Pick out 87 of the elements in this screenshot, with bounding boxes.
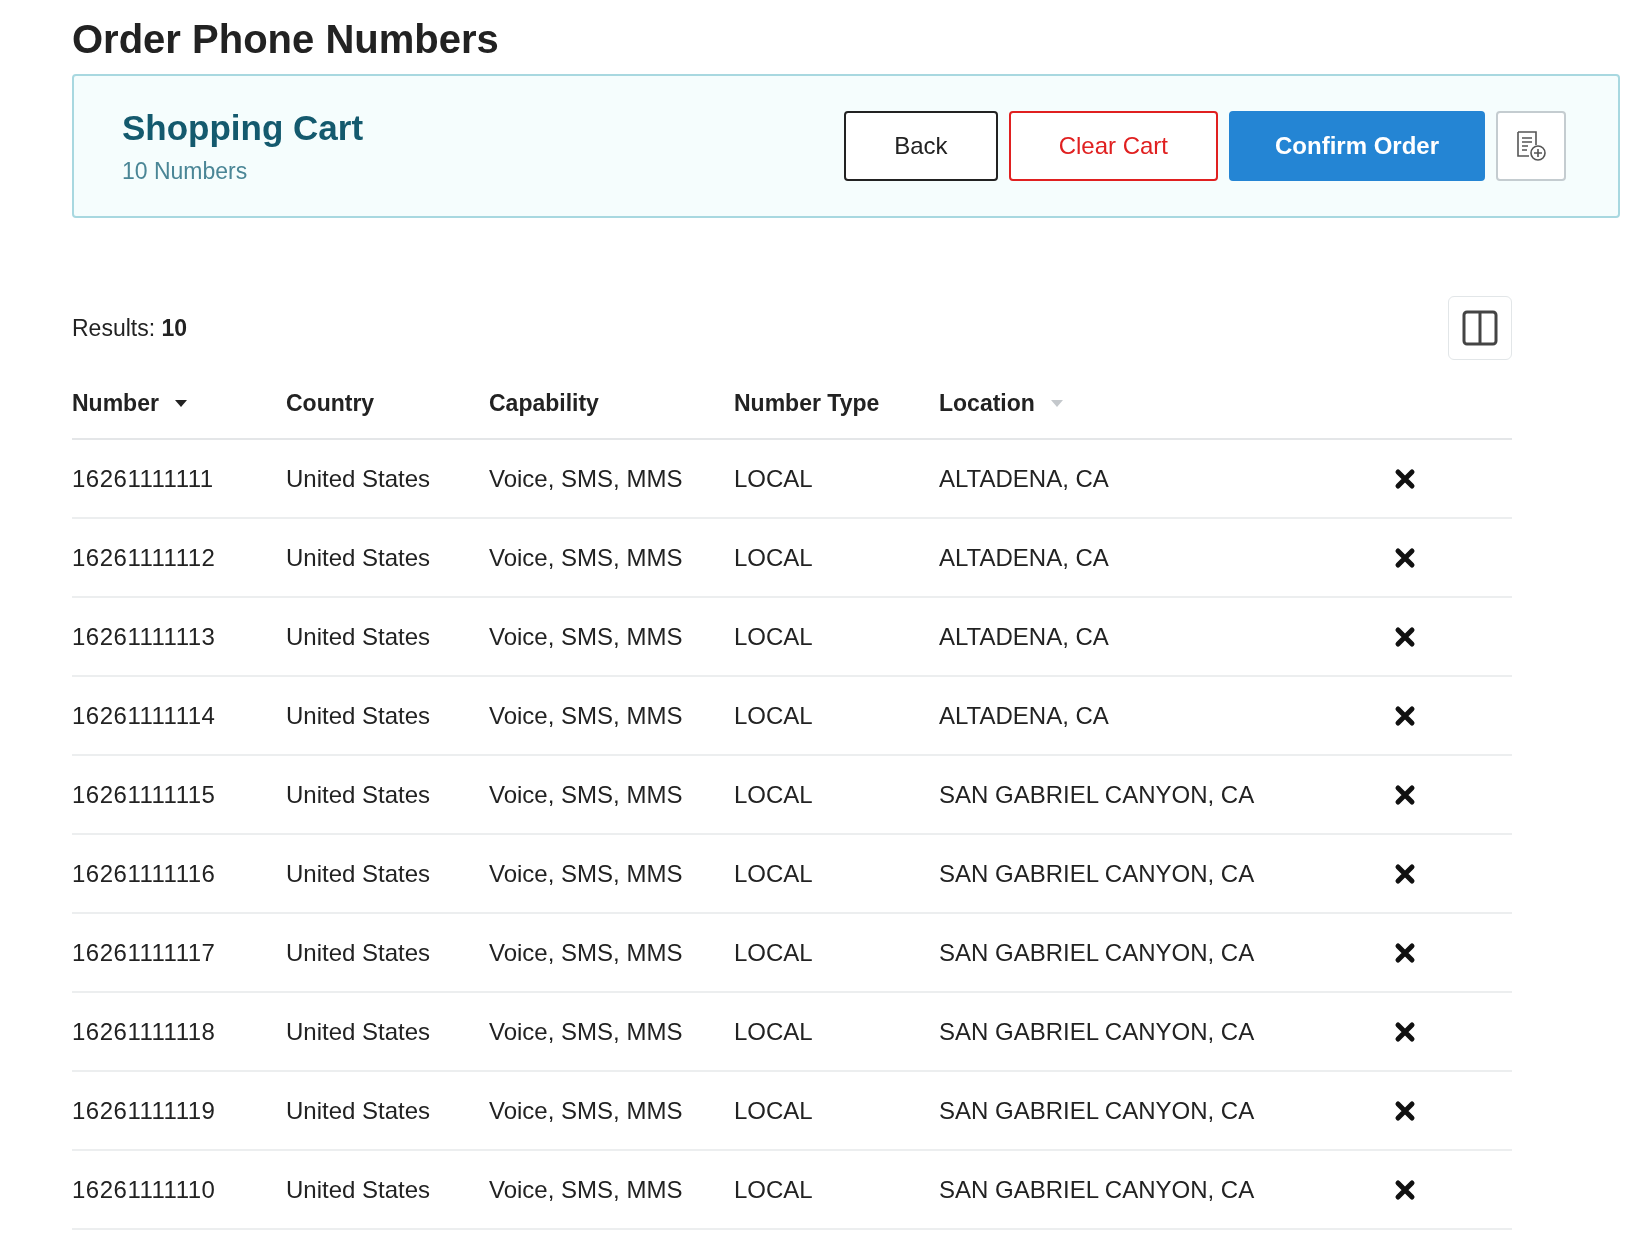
table-cell-text: LOCAL — [734, 464, 814, 493]
close-icon — [1394, 546, 1416, 569]
table-cell-text: United States — [286, 701, 432, 730]
column-header[interactable]: Location — [939, 389, 1035, 417]
table-cell-text: LOCAL — [734, 1096, 814, 1125]
table-cell-text: United States — [286, 543, 432, 572]
add-list-button[interactable] — [1496, 111, 1566, 181]
columns-icon — [1462, 310, 1498, 346]
table-cell-text: LOCAL — [734, 622, 814, 651]
number-cell-text: 16261111119 — [72, 1096, 217, 1125]
column-header[interactable]: Country — [286, 389, 375, 417]
close-icon — [1394, 467, 1416, 490]
table-cell-text: LOCAL — [734, 780, 814, 809]
table-cell-text: ALTADENA, CA — [939, 622, 1110, 651]
column-header[interactable]: Capability — [489, 389, 599, 417]
table-cell-text: Voice, SMS, MMS — [489, 701, 684, 730]
close-icon — [1394, 704, 1416, 727]
cart-count: 10 Numbers — [122, 157, 249, 185]
results-count: Results: 10 — [72, 314, 188, 342]
remove-button[interactable] — [1394, 546, 1416, 569]
number-cell-text: 16261111116 — [72, 859, 217, 888]
number-cell-text: 16261111115 — [72, 780, 217, 809]
remove-button[interactable] — [1394, 1178, 1416, 1201]
table-cell-text: SAN GABRIEL CANYON, CA — [939, 1175, 1256, 1204]
remove-button[interactable] — [1394, 625, 1416, 648]
table-cell-text: Voice, SMS, MMS — [489, 464, 684, 493]
table-cell-text: ALTADENA, CA — [939, 701, 1110, 730]
remove-button[interactable] — [1394, 783, 1416, 806]
table-cell-text: LOCAL — [734, 1017, 814, 1046]
number-cell-text: 16261111113 — [72, 622, 217, 651]
close-icon — [1394, 783, 1416, 806]
table-cell-text: SAN GABRIEL CANYON, CA — [939, 1096, 1256, 1125]
cart-button[interactable]: Confirm Order — [1229, 111, 1485, 181]
table-cell-text: United States — [286, 859, 432, 888]
table-cell-text: United States — [286, 1017, 432, 1046]
table-cell-text: Voice, SMS, MMS — [489, 543, 684, 572]
number-cell-text: 16261111114 — [72, 701, 217, 730]
sort-caret-icon[interactable] — [174, 399, 187, 407]
table-cell-text: Voice, SMS, MMS — [489, 938, 684, 967]
table-cell-text: ALTADENA, CA — [939, 543, 1110, 572]
remove-button[interactable] — [1394, 941, 1416, 964]
table-cell-text: Voice, SMS, MMS — [489, 1017, 684, 1046]
column-header[interactable]: Number — [72, 389, 159, 417]
table-cell-text: SAN GABRIEL CANYON, CA — [939, 780, 1256, 809]
close-icon — [1394, 625, 1416, 648]
remove-button[interactable] — [1394, 1020, 1416, 1043]
table-cell-text: Voice, SMS, MMS — [489, 780, 684, 809]
table-cell-text: SAN GABRIEL CANYON, CA — [939, 1017, 1256, 1046]
close-icon — [1394, 1099, 1416, 1122]
number-cell-text: 16261111112 — [72, 543, 217, 572]
table-cell-text: United States — [286, 622, 432, 651]
table-cell-text: ALTADENA, CA — [939, 464, 1110, 493]
table-cell-text: Voice, SMS, MMS — [489, 859, 684, 888]
number-cell-text: 16261111110 — [72, 1175, 217, 1204]
number-cell-text: 16261111117 — [72, 938, 217, 967]
remove-button[interactable] — [1394, 862, 1416, 885]
number-cell-text: 16261111118 — [72, 1017, 217, 1046]
close-icon — [1394, 862, 1416, 885]
table-cell-text: LOCAL — [734, 859, 814, 888]
table-cell-text: United States — [286, 1175, 432, 1204]
table-cell-text: Voice, SMS, MMS — [489, 1175, 684, 1204]
number-cell-text: 16261111111 — [72, 464, 215, 493]
table-cell-text: United States — [286, 464, 432, 493]
table-cell-text: United States — [286, 938, 432, 967]
table-cell-text: Voice, SMS, MMS — [489, 1096, 684, 1125]
close-icon — [1394, 1178, 1416, 1201]
cart-button[interactable]: Back — [844, 111, 998, 181]
remove-button[interactable] — [1394, 1099, 1416, 1122]
table-cell-text: United States — [286, 780, 432, 809]
table-cell-text: LOCAL — [734, 701, 814, 730]
close-icon — [1394, 1020, 1416, 1043]
column-header[interactable]: Number Type — [734, 389, 880, 417]
table-cell-text: United States — [286, 1096, 432, 1125]
remove-button[interactable] — [1394, 467, 1416, 490]
table-cell-text: Voice, SMS, MMS — [489, 622, 684, 651]
columns-button[interactable] — [1448, 296, 1512, 360]
table-cell-text: SAN GABRIEL CANYON, CA — [939, 859, 1256, 888]
table-cell-text: LOCAL — [734, 938, 814, 967]
cart-button[interactable]: Clear Cart — [1008, 111, 1218, 181]
page-title: Order Phone Numbers — [72, 16, 500, 63]
close-icon — [1394, 941, 1416, 964]
cart-title: Shopping Cart — [122, 107, 364, 148]
list-plus-icon — [1514, 130, 1548, 162]
table-cell-text: LOCAL — [734, 1175, 814, 1204]
table-cell-text: LOCAL — [734, 543, 814, 572]
remove-button[interactable] — [1394, 704, 1416, 727]
table-cell-text: SAN GABRIEL CANYON, CA — [939, 938, 1256, 967]
